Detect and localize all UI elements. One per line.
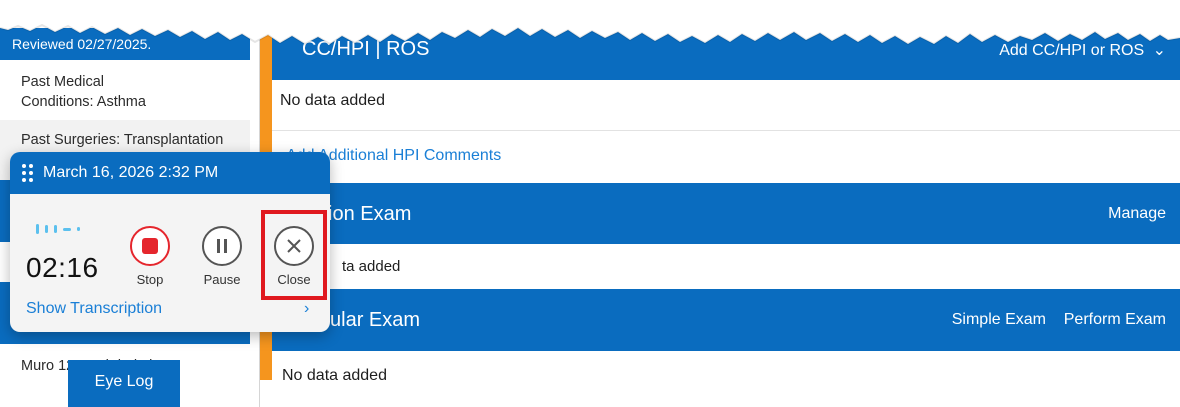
stop-icon bbox=[130, 226, 170, 266]
manage-button[interactable]: Manage bbox=[1108, 205, 1166, 223]
ocular-exam-empty-row: No data added bbox=[272, 351, 1180, 407]
stop-label: Stop bbox=[136, 272, 164, 287]
audio-waveform-icon bbox=[36, 224, 80, 234]
eye-log-button[interactable]: Eye Log bbox=[68, 360, 180, 407]
simple-exam-button[interactable]: Simple Exam bbox=[952, 311, 1046, 329]
empty-text: ta added bbox=[342, 258, 401, 275]
recorder-header[interactable]: March 16, 2026 2:32 PM bbox=[10, 152, 330, 194]
ocular-exam-title: ular Exam bbox=[330, 309, 421, 331]
sidebar-item-medical-conditions[interactable]: Past Medical Conditions: Asthma bbox=[0, 60, 250, 120]
sidebar-item-label: Past Medical Conditions: Asthma bbox=[21, 74, 146, 110]
recording-timer: 02:16 bbox=[26, 252, 99, 283]
empty-text: No data added bbox=[280, 92, 385, 109]
perform-exam-button[interactable]: Perform Exam bbox=[1064, 311, 1166, 329]
recording-datetime: March 16, 2026 2:32 PM bbox=[43, 164, 219, 181]
show-transcription-link[interactable]: Show Transcription bbox=[26, 300, 162, 318]
section-exam-header: ion Exam Manage bbox=[272, 183, 1180, 244]
pause-icon bbox=[202, 226, 242, 266]
add-hpi-comments-row[interactable]: Add Additional HPI Comments bbox=[272, 131, 1180, 183]
torn-edge bbox=[0, 0, 1180, 46]
empty-text: No data added bbox=[282, 367, 387, 384]
section-exam-title: ion Exam bbox=[328, 203, 412, 225]
close-highlight-box bbox=[261, 210, 327, 300]
drag-handle-icon[interactable] bbox=[22, 164, 33, 182]
ocular-exam-header: ular Exam Simple Exam Perform Exam bbox=[272, 289, 1180, 351]
cc-hpi-empty-row: No data added bbox=[272, 80, 1180, 130]
stop-button[interactable]: Stop bbox=[120, 226, 180, 287]
chevron-right-icon[interactable]: › bbox=[304, 300, 309, 318]
pause-label: Pause bbox=[203, 272, 241, 287]
pause-button[interactable]: Pause bbox=[192, 226, 252, 287]
sidebar-item-label: Past Surgeries: Transplantation bbox=[21, 132, 224, 148]
section-exam-empty-row: ta added bbox=[272, 244, 1180, 289]
